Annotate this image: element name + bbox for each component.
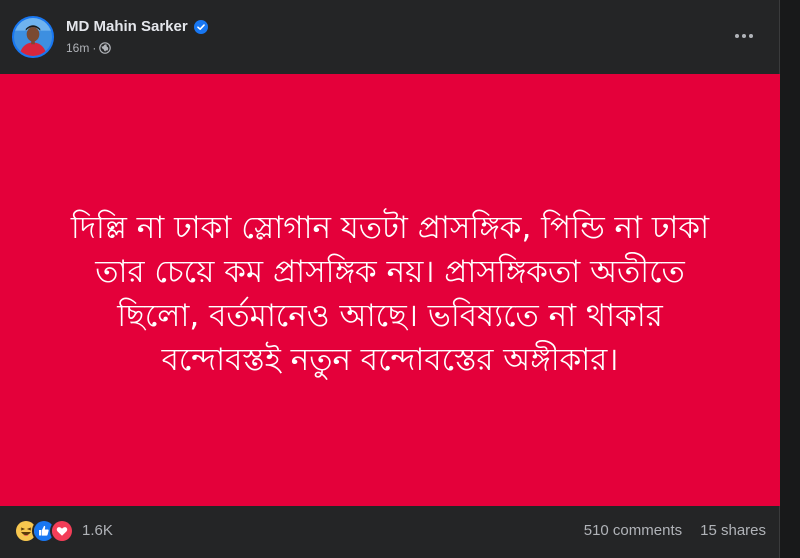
verified-badge-icon — [193, 20, 208, 34]
more-options-icon — [735, 34, 739, 38]
post-card: MD Mahin Sarker 16m · দিল্লি না ঢাকা স্ল… — [0, 0, 780, 558]
reactions-summary[interactable]: 1.6K — [14, 519, 113, 543]
post-time[interactable]: 16m — [66, 40, 89, 56]
post-header: MD Mahin Sarker 16m · — [0, 0, 780, 74]
post-footer: 1.6K 510 comments 15 shares — [0, 506, 780, 558]
post-meta: 16m · — [66, 40, 112, 56]
more-options-icon-dot — [742, 34, 746, 38]
post-image-text: দিল্লি না ঢাকা স্লোগান যতটা প্রাসঙ্গিক, … — [70, 210, 710, 378]
more-options-button[interactable] — [726, 20, 762, 52]
avatar-photo — [14, 18, 52, 56]
more-options-icon-dot — [749, 34, 753, 38]
page-background-strip — [780, 0, 800, 558]
post-stats: 510 comments 15 shares — [584, 521, 766, 541]
comments-count-link[interactable]: 510 comments — [584, 521, 682, 541]
reaction-count[interactable]: 1.6K — [82, 521, 113, 541]
meta-separator: · — [92, 41, 97, 55]
author-row: MD Mahin Sarker — [66, 17, 208, 37]
globe-icon[interactable] — [99, 42, 112, 54]
love-reaction-icon — [50, 519, 74, 543]
post-image[interactable]: দিল্লি না ঢাকা স্লোগান যতটা প্রাসঙ্গিক, … — [0, 74, 780, 506]
avatar[interactable] — [12, 16, 54, 58]
screen: MD Mahin Sarker 16m · দিল্লি না ঢাকা স্ল… — [0, 0, 800, 558]
author-name[interactable]: MD Mahin Sarker — [66, 17, 188, 37]
shares-count-link[interactable]: 15 shares — [700, 521, 766, 541]
